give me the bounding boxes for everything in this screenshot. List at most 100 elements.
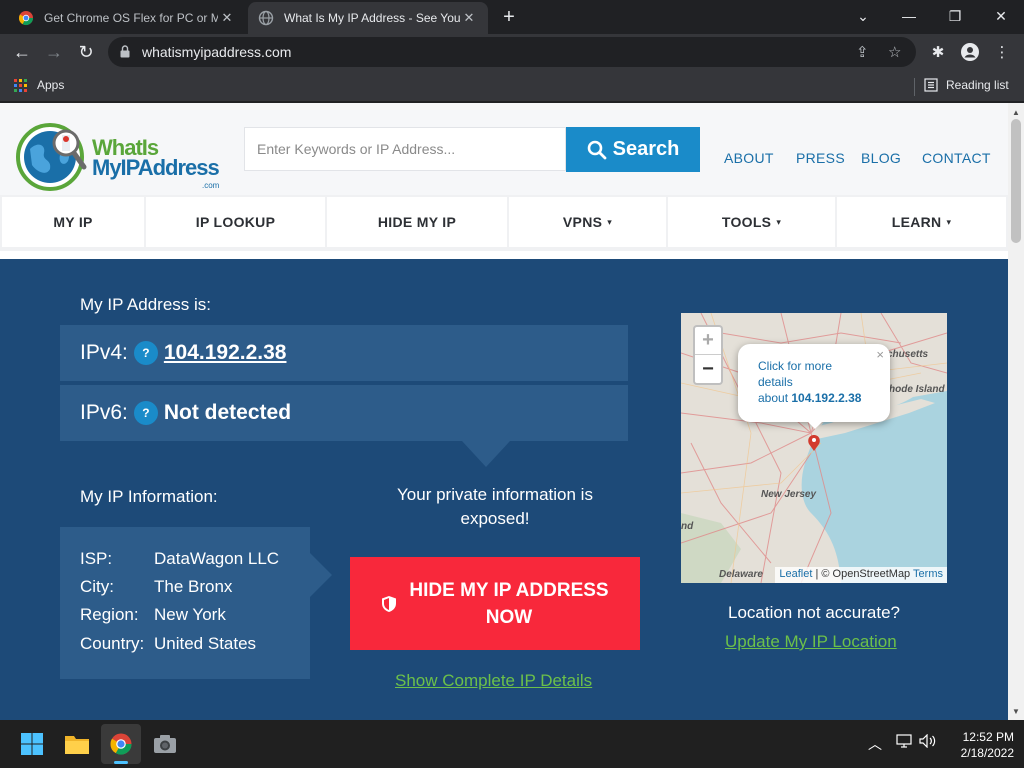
bookmarks-bar: Apps Reading list [0,70,1024,102]
help-icon[interactable]: ? [133,401,158,425]
popup-ip: 104.192.2.38 [791,391,862,405]
terms-link[interactable]: Terms [913,568,943,580]
hide-my-ip-button[interactable]: HIDE MY IP ADDRESS NOW [350,557,640,650]
camera-app-button[interactable] [145,724,185,764]
clock-time: 12:52 PM [962,730,1014,744]
chrome-taskbar-button[interactable] [101,724,141,764]
caret-down-icon: ▾ [776,216,782,227]
tab-close-icon[interactable]: ✕ [460,9,478,27]
network-icon[interactable] [894,734,914,748]
address-bar[interactable]: whatismyipaddress.com ⇪ ☆ [108,37,916,67]
popup-line: Click for more [758,359,833,373]
scroll-thumb[interactable] [1011,119,1021,243]
info-row-region: Region: New York [80,605,226,625]
info-row-country: Country: United States [80,634,256,654]
ipv6-label: IPv6: [80,401,128,424]
file-explorer-button[interactable] [57,724,97,764]
help-icon[interactable]: ? [133,341,158,365]
windows-taskbar: ︿ 12:52 PM 2/18/2022 [0,720,1024,768]
info-key: City: [80,577,114,596]
url-text: whatismyipaddress.com [142,44,292,60]
search-button-label: Search [612,138,680,160]
kebab-menu-icon[interactable]: ⋮ [992,42,1012,62]
tab-what-is-my-ip[interactable]: What Is My IP Address - See Your Public … [248,2,488,34]
chrome-favicon-icon [18,11,34,26]
map-label: hode Island [889,384,945,395]
tab-title: Get Chrome OS Flex for PC or Mac [44,11,218,25]
attribution-text: | © OpenStreetMap [812,568,914,580]
callout-pointer [462,441,510,467]
ipv6-row: IPv6: ? Not detected [60,385,628,441]
nav-my-ip[interactable]: MY IP [2,197,144,247]
location-map[interactable]: + − chusetts hode Island New Jersey nd D… [681,313,947,583]
map-label: chusetts [887,349,929,360]
ipv4-label: IPv4: [80,341,128,364]
nav-vpns[interactable]: VPNS ▾ [509,197,666,247]
zoom-out-button[interactable]: − [695,355,721,383]
tab-close-icon[interactable]: ✕ [218,9,236,27]
info-value: United States [154,634,257,653]
tab-search-icon[interactable]: ⌄ [840,0,886,32]
map-popup[interactable]: Click for more details about 104.192.2.3… [738,344,890,422]
nav-label: VPNS [562,214,603,230]
show-details-link[interactable]: Show Complete IP Details [395,671,592,691]
info-key: Region: [80,605,139,624]
ip-heading: My IP Address is: [80,295,212,314]
tray-chevron-up-icon[interactable]: ︿ [866,734,884,754]
exposed-warning: Your private information is exposed! [397,485,593,528]
search-button[interactable]: Search [566,127,700,172]
search-icon [587,140,607,159]
globe-logo-icon [16,123,87,191]
caret-down-icon: ▾ [607,216,613,227]
extensions-icon[interactable]: ✱ [928,42,948,62]
apps-shortcut[interactable]: Apps [14,78,64,92]
back-icon[interactable]: ← [8,38,36,66]
popup-close-icon[interactable]: × [876,347,884,362]
site-header: WhatIs MyIPAddress .com Search ABOUT PRE… [0,103,1008,195]
site-logo[interactable]: WhatIs MyIPAddress .com [16,121,226,191]
restore-icon[interactable]: ❐ [932,0,978,32]
about-link[interactable]: ABOUT [724,150,774,166]
reading-list-button[interactable]: Reading list [924,78,1009,92]
page-scrollbar[interactable]: ▲ ▼ [1008,103,1024,720]
press-link[interactable]: PRESS [796,150,845,166]
ipv4-value-link[interactable]: 104.192.2.38 [164,341,287,365]
nav-ip-lookup[interactable]: IP LOOKUP [146,197,325,247]
window-close-icon[interactable]: ✕ [978,0,1024,32]
volume-icon[interactable] [918,734,938,748]
minimize-icon[interactable]: — [886,0,932,32]
share-icon[interactable]: ⇪ [856,43,869,61]
popup-tip [805,419,825,429]
clock-date: 2/18/2022 [960,746,1014,760]
popup-line: details [758,375,793,389]
nav-tools[interactable]: TOOLS ▾ [668,197,835,247]
nav-learn[interactable]: LEARN ▾ [837,197,1006,247]
start-button[interactable] [12,724,52,764]
bookmark-star-icon[interactable]: ☆ [888,43,901,61]
scroll-up-icon[interactable]: ▲ [1008,105,1024,119]
map-label: nd [681,521,694,532]
system-clock[interactable]: 12:52 PM 2/18/2022 [944,729,1014,761]
leaflet-link[interactable]: Leaflet [779,568,812,580]
tab-chrome-os-flex[interactable]: Get Chrome OS Flex for PC or Mac ✕ [8,2,246,34]
new-tab-icon[interactable]: + [498,6,520,28]
info-row-isp: ISP: DataWagon LLC [80,549,279,569]
popup-text: Click for more details about 104.192.2.3… [758,358,861,406]
map-zoom-control: + − [693,325,723,385]
apps-grid-icon [14,78,27,92]
nav-label: HIDE MY IP [377,214,457,230]
reload-icon[interactable]: ↻ [72,38,100,66]
profile-icon[interactable] [960,42,980,62]
search-input[interactable] [244,127,566,171]
forward-icon[interactable]: → [40,38,68,66]
zoom-in-button[interactable]: + [695,327,721,355]
contact-link[interactable]: CONTACT [922,150,991,166]
nav-hide-my-ip[interactable]: HIDE MY IP [327,197,507,247]
reading-list-icon [924,78,938,92]
scroll-down-icon[interactable]: ▼ [1008,704,1024,718]
update-location-link[interactable]: Update My IP Location [725,632,897,652]
blog-link[interactable]: BLOG [861,150,901,166]
popup-line: about 104.192.2.38 [758,390,861,406]
bookmarks-divider [914,78,915,96]
info-value: DataWagon LLC [154,549,280,568]
